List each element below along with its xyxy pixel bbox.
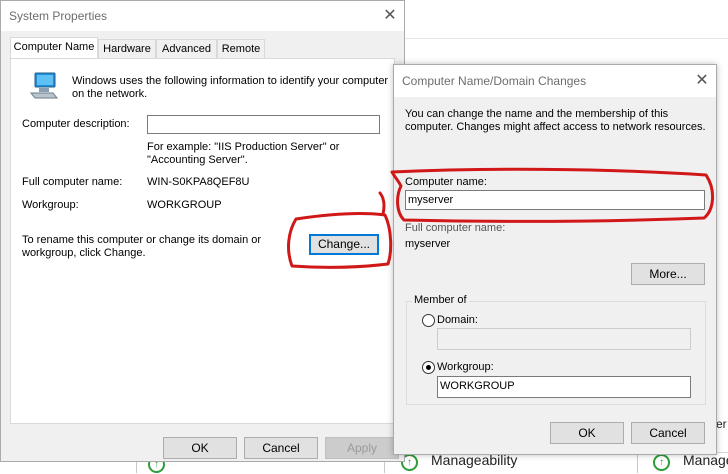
dialog-intro-text-cont: computer. Changes might affect access to… <box>405 121 706 133</box>
domain-radio[interactable] <box>422 314 435 327</box>
dialog-title: Computer Name/Domain Changes <box>402 74 587 88</box>
tab-advanced[interactable]: Advanced <box>156 39 217 58</box>
computer-description-label: Computer description: <box>22 118 130 130</box>
computer-icon <box>29 72 59 99</box>
ok-button[interactable]: OK <box>550 422 624 444</box>
ok-button[interactable]: OK <box>163 437 237 459</box>
workgroup-input[interactable]: WORKGROUP <box>437 376 691 398</box>
computer-name-label: Computer name: <box>405 176 487 188</box>
tab-remote[interactable]: Remote <box>217 39 265 58</box>
example-text: For example: "IIS Production Server" or <box>147 141 340 153</box>
cancel-button[interactable]: Cancel <box>244 437 318 459</box>
background-fragment: er <box>716 417 727 431</box>
rename-instructions-cont: workgroup, click Change. <box>22 247 146 259</box>
cancel-button[interactable]: Cancel <box>631 422 705 444</box>
member-of-label: Member of <box>412 294 469 306</box>
full-computer-name-label: Full computer name: <box>22 176 123 188</box>
full-computer-name-label: Full computer name: <box>405 222 506 234</box>
window-title: System Properties <box>9 9 108 23</box>
radio-selected-dot <box>426 365 431 370</box>
intro-text: Windows uses the following information t… <box>72 75 389 87</box>
close-icon[interactable]: ✕ <box>692 71 712 91</box>
domain-label: Domain: <box>437 314 478 326</box>
background-separator <box>637 452 638 473</box>
close-icon[interactable]: ✕ <box>380 6 400 26</box>
dialog-title-bar: Computer Name/Domain Changes ✕ <box>394 65 716 97</box>
rename-instructions: To rename this computer or change its do… <box>22 234 262 246</box>
full-computer-name-value: myserver <box>405 238 451 250</box>
status-ok-icon: ↑ <box>653 454 670 471</box>
computer-name-changes-dialog: Computer Name/Domain Changes ✕ You can c… <box>393 64 717 455</box>
computer-name-tab-panel: Windows uses the following information t… <box>10 58 395 424</box>
system-properties-window: System Properties ✕ Computer Name Hardwa… <box>0 0 405 462</box>
intro-text-cont: on the network. <box>72 88 148 100</box>
dialog-intro-text: You can change the name and the membersh… <box>405 108 669 120</box>
background-rule <box>404 38 728 39</box>
tab-computer-name[interactable]: Computer Name <box>10 37 98 59</box>
workgroup-label: Workgroup: <box>22 199 79 211</box>
domain-input[interactable] <box>437 328 691 350</box>
workgroup-label: Workgroup: <box>437 361 494 373</box>
workgroup-value: WORKGROUP <box>147 199 222 211</box>
computer-description-input[interactable] <box>147 115 380 134</box>
apply-button[interactable]: Apply <box>325 437 399 459</box>
change-button[interactable]: Change... <box>309 234 379 255</box>
more-button[interactable]: More... <box>631 263 705 285</box>
tab-hardware[interactable]: Hardware <box>98 39 156 58</box>
workgroup-radio[interactable] <box>422 361 435 374</box>
title-bar: System Properties ✕ <box>1 1 404 31</box>
computer-name-input[interactable]: myserver <box>405 190 705 210</box>
full-computer-name-value: WIN-S0KPA8QEF8U <box>147 176 250 188</box>
example-text-cont: "Accounting Server". <box>147 154 248 166</box>
